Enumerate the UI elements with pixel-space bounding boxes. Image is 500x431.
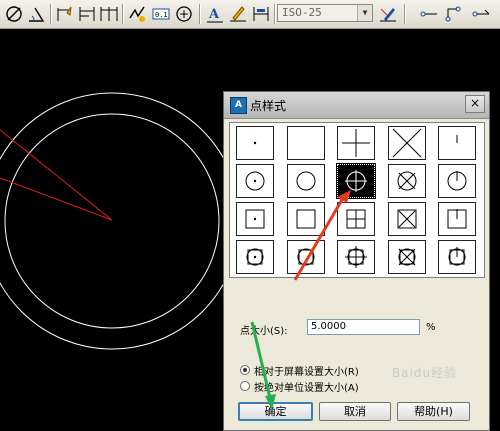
outer-circle: [0, 92, 241, 350]
point-style-plus[interactable]: [337, 126, 375, 160]
radio-relative-screen[interactable]: [240, 365, 250, 375]
qleader-icon[interactable]: [470, 3, 492, 25]
diameter-dim-icon[interactable]: [3, 3, 25, 25]
point-style-circle-square-dot[interactable]: [236, 240, 274, 274]
point-style-square-tick[interactable]: [438, 202, 476, 236]
angular-dim-icon[interactable]: [25, 3, 47, 25]
percent-label: %: [426, 322, 436, 333]
point-style-square[interactable]: [286, 202, 325, 236]
point-style-square-plus[interactable]: [337, 202, 375, 236]
center-mark-icon[interactable]: [173, 3, 195, 25]
dim-edit-box-icon[interactable]: 0.1: [150, 3, 172, 25]
point-style-circle[interactable]: [286, 164, 325, 198]
dim-style-select[interactable]: ISO-25 ▼: [277, 4, 373, 22]
inner-circle: [4, 113, 220, 329]
red-line: [0, 129, 113, 221]
multileader-icon[interactable]: [442, 3, 464, 25]
help-button[interactable]: 帮助(H): [397, 402, 470, 421]
point-style-circle-square-cross[interactable]: [387, 240, 426, 274]
quick-dim-icon[interactable]: [54, 3, 76, 25]
point-style-square-cross[interactable]: [387, 202, 426, 236]
point-style-cross[interactable]: [387, 126, 426, 160]
dim-update-icon[interactable]: [250, 3, 272, 25]
point-style-none[interactable]: [286, 126, 325, 160]
leader-icon[interactable]: [418, 3, 440, 25]
point-style-grid: [229, 122, 485, 278]
point-size-input[interactable]: 5.0000: [307, 319, 420, 335]
point-size-label: 点大小(S):: [240, 326, 288, 337]
point-style-dot[interactable]: [236, 126, 274, 160]
dialog-title: 点样式: [250, 99, 287, 113]
svg-text:0.1: 0.1: [155, 11, 168, 19]
radio-absolute-units[interactable]: [240, 381, 250, 391]
red-line: [0, 177, 113, 221]
dim-style-value: ISO-25: [282, 6, 322, 19]
point-style-square-dot[interactable]: [236, 202, 274, 236]
point-style-circle-square-tick[interactable]: [438, 240, 476, 274]
app-icon: A: [230, 97, 247, 114]
baseline-dim-icon[interactable]: [76, 3, 98, 25]
baidu-watermark: Baidu经验: [392, 366, 458, 380]
radio-absolute-units-label[interactable]: 按绝对单位设置大小(A): [254, 379, 359, 394]
svg-text:A: A: [208, 7, 220, 22]
close-button[interactable]: ×: [465, 95, 485, 113]
point-style-circle-square[interactable]: [286, 240, 325, 274]
tolerance-icon[interactable]: [126, 3, 148, 25]
dialog-titlebar[interactable]: A 点样式 ×: [224, 92, 489, 119]
dim-text-edit-icon[interactable]: A: [204, 3, 226, 25]
point-style-circle-plus[interactable]: [336, 163, 376, 199]
point-style-tick[interactable]: [438, 126, 476, 160]
continue-dim-icon[interactable]: [98, 3, 120, 25]
cancel-button[interactable]: 取消: [319, 402, 391, 421]
point-style-circle-square-plus[interactable]: [337, 240, 375, 274]
ok-button[interactable]: 确定: [238, 402, 313, 421]
point-style-circle-cross[interactable]: [387, 164, 426, 198]
dim-edit-icon[interactable]: [227, 3, 249, 25]
dimension-toolbar: 0.1 A ISO-25 ▼: [0, 0, 500, 29]
radio-relative-screen-label[interactable]: 相对于屏幕设置大小(R): [254, 363, 359, 378]
point-style-circle-dot[interactable]: [236, 164, 274, 198]
dimstyle-icon[interactable]: [377, 3, 399, 25]
chevron-down-icon[interactable]: ▼: [357, 5, 372, 21]
point-style-circle-tick[interactable]: [438, 164, 476, 198]
